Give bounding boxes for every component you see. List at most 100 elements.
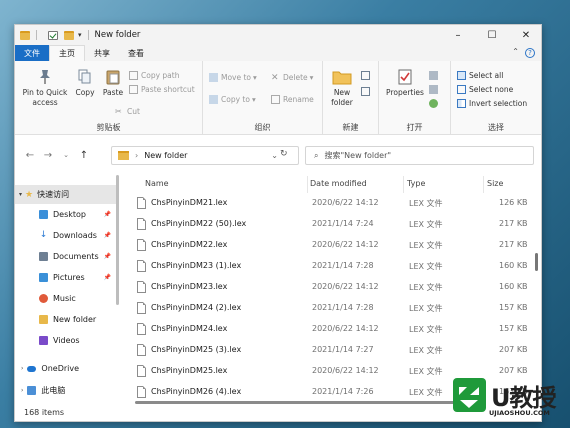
pin-icon: 📌 [103, 232, 111, 239]
file-type: LEX 文件 [409, 220, 443, 229]
copy-path-icon [129, 71, 138, 80]
refresh-icon[interactable]: ↻ [280, 149, 288, 159]
new-folder-button[interactable]: New folder [327, 69, 357, 108]
sidebar-item-videos[interactable]: Videos [15, 331, 119, 350]
table-row[interactable]: ChsPinyinDM22.lex 2020/6/22 14:12 LEX 文件 21… [127, 236, 541, 257]
properties-icon [398, 69, 412, 85]
table-row[interactable]: ChsPinyinDM21.lex 2020/6/22 14:12 LEX 文件 12… [127, 194, 541, 215]
address-dropdown-icon[interactable]: ⌄ [271, 151, 278, 160]
column-header-type[interactable]: Type [407, 179, 425, 188]
sidebar-item-downloads[interactable]: ↓ Downloads 📌 [15, 226, 119, 245]
edit-button[interactable] [429, 85, 441, 94]
cut-button[interactable]: ✂ Cut [115, 107, 140, 116]
sidebar-item-label: 此电脑 [41, 386, 66, 395]
sidebar-item-label: Documents [53, 252, 99, 261]
column-header-date[interactable]: Date modified [310, 179, 367, 188]
sidebar-item-desktop[interactable]: Desktop 📌 [15, 205, 119, 224]
file-icon [137, 365, 146, 377]
delete-button[interactable]: ✕ Delete ▾ [271, 73, 313, 83]
open-button[interactable] [429, 71, 441, 80]
breadcrumb[interactable]: New folder [144, 151, 187, 160]
file-name: ChsPinyinDM24.lex [151, 324, 228, 333]
sidebar-item-new-folder[interactable]: New folder [15, 310, 119, 329]
new-item-button[interactable] [361, 71, 373, 80]
file-size: 157 KB [499, 303, 528, 312]
up-arrow-icon[interactable]: ↑ [75, 150, 93, 161]
tab-file[interactable]: 文件 [15, 45, 49, 61]
pictures-icon [39, 273, 48, 282]
videos-icon [39, 336, 48, 345]
computer-icon [27, 386, 37, 395]
star-icon: ★ [25, 189, 34, 200]
table-row[interactable]: ChsPinyinDM23.lex 2020/6/22 14:12 LEX 文件 16… [127, 278, 541, 299]
back-arrow-icon[interactable]: ← [21, 150, 39, 161]
divider [307, 176, 308, 193]
move-to-button[interactable]: Move to ▾ [209, 73, 257, 82]
delete-icon: ✕ [271, 73, 279, 83]
new-item-icon [361, 71, 370, 80]
paste-label: Paste [102, 88, 124, 97]
file-size: 126 KB [499, 198, 528, 207]
tab-home[interactable]: 主页 [49, 45, 85, 61]
pin-to-quick-access-button[interactable]: Pin to Quick access [19, 69, 71, 108]
sidebar-item-documents[interactable]: Documents 📌 [15, 247, 119, 266]
recent-chevron-icon[interactable]: ⌄ [57, 151, 75, 159]
easy-access-button[interactable] [361, 87, 373, 96]
select-all-button[interactable]: Select all [457, 71, 503, 80]
new-folder-label-2: folder [331, 98, 353, 107]
sidebar-item-quick-access[interactable]: ▾ ★ 快速访问 [15, 185, 119, 204]
minimize-button[interactable]: – [441, 25, 475, 45]
table-row[interactable]: ChsPinyinDM24.lex 2020/6/22 14:12 LEX 文件 15… [127, 320, 541, 341]
collapse-ribbon-icon[interactable]: ⌃ [512, 47, 519, 56]
clipboard-group: Pin to Quick access Copy Paste Copy path… [15, 61, 203, 135]
rename-button[interactable]: Rename [271, 95, 314, 104]
customize-toolbar-chevron-icon[interactable]: ▾ [78, 31, 82, 39]
tab-view[interactable]: 查看 [119, 45, 153, 61]
nav-scrollbar[interactable] [116, 175, 119, 305]
sidebar-item-this-pc[interactable]: › 此电脑 [15, 381, 119, 400]
chevron-down-icon: ▾ [19, 191, 23, 198]
search-input[interactable]: ⌕ 搜索"New folder" [305, 146, 534, 165]
copy-button[interactable]: Copy [71, 69, 99, 98]
chevron-down-icon: ▾ [253, 73, 257, 82]
horizontal-scrollbar[interactable] [135, 401, 485, 404]
select-none-button[interactable]: Select none [457, 85, 513, 94]
copy-path-button[interactable]: Copy path [129, 71, 179, 80]
paste-button[interactable]: Paste [99, 69, 127, 98]
table-row[interactable]: ChsPinyinDM22 (50).lex 2021/1/14 7:24 LEX … [127, 215, 541, 236]
tab-share[interactable]: 共享 [85, 45, 119, 61]
clipboard-group-label: 剪贴板 [96, 123, 121, 132]
history-button[interactable] [429, 99, 441, 108]
copy-to-button[interactable]: Copy to ▾ [209, 95, 256, 104]
forward-arrow-icon[interactable]: → [39, 150, 57, 161]
help-icon[interactable]: ? [525, 48, 535, 58]
table-row[interactable]: ChsPinyinDM24 (2).lex 2021/1/14 7:28 LEX 文… [127, 299, 541, 320]
file-name: ChsPinyinDM24 (2).lex [151, 303, 242, 312]
sidebar-item-onedrive[interactable]: › OneDrive [15, 359, 119, 378]
maximize-button[interactable]: ☐ [475, 25, 509, 45]
properties-quick-icon[interactable] [48, 30, 58, 40]
column-header-name[interactable]: Name [145, 179, 169, 188]
open-group-label: 打开 [406, 123, 423, 132]
paste-shortcut-button[interactable]: Paste shortcut [129, 85, 195, 94]
file-date: 2020/6/22 14:12 [312, 240, 379, 249]
address-bar[interactable]: › New folder ⌄ [111, 146, 299, 165]
new-folder-quick-icon[interactable] [64, 30, 74, 40]
new-folder-label: New [333, 88, 351, 97]
pin-icon [38, 69, 52, 85]
table-row[interactable]: ChsPinyinDM23 (1).lex 2021/1/14 7:28 LEX 文… [127, 257, 541, 278]
properties-button[interactable]: Properties [383, 69, 427, 98]
column-header-size[interactable]: Size [487, 179, 503, 188]
status-bar-count: 168 items [24, 408, 65, 417]
sidebar-item-music[interactable]: Music [15, 289, 119, 308]
paste-shortcut-icon [129, 85, 138, 94]
breadcrumb-chevron-icon: › [135, 151, 139, 160]
sidebar-item-pictures[interactable]: Pictures 📌 [15, 268, 119, 287]
list-scrollbar[interactable] [535, 253, 538, 271]
close-button[interactable]: ✕ [509, 25, 541, 45]
copy-to-icon [209, 95, 218, 104]
invert-selection-button[interactable]: Invert selection [457, 99, 527, 108]
select-none-icon [457, 85, 466, 94]
table-row[interactable]: ChsPinyinDM25 (3).lex 2021/1/14 7:27 LEX 文… [127, 341, 541, 362]
title-bar: ▾ New folder – ☐ ✕ [15, 25, 541, 45]
